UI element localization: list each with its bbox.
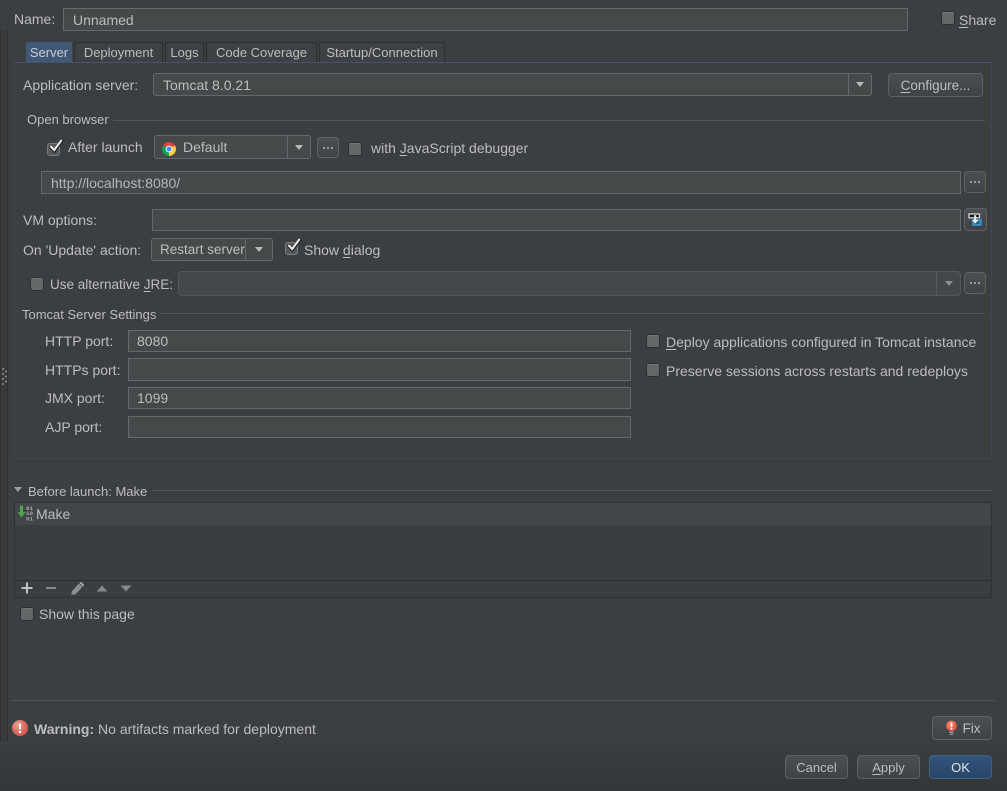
- svg-text:01: 01: [26, 515, 33, 521]
